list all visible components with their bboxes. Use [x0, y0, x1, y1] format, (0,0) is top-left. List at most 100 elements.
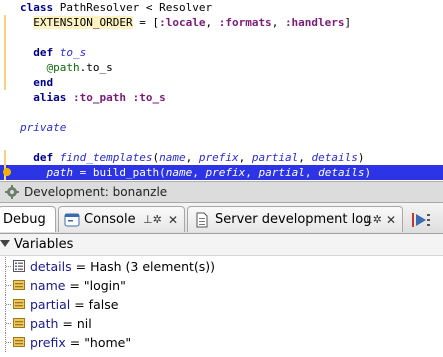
code-token: , — [185, 151, 199, 164]
code-line[interactable] — [0, 105, 443, 120]
breakpoint-icon[interactable] — [3, 168, 11, 176]
tree-branch — [6, 323, 11, 324]
code-token: :to_s — [132, 91, 166, 104]
code-token: EXTENSION_ORDER — [33, 16, 133, 29]
variable-name: path — [30, 316, 59, 331]
tree-branch — [6, 342, 11, 343]
code-text: @path.to_s — [20, 60, 113, 75]
code-line[interactable]: def find_templates(name, prefix, partial… — [0, 150, 443, 165]
variable-text: prefix = "home" — [30, 333, 131, 352]
code-token: def — [33, 151, 54, 164]
code-token: , — [205, 16, 219, 29]
code-line[interactable]: alias :to_path :to_s — [0, 90, 443, 105]
code-text: alias :to_path :to_s — [20, 90, 166, 105]
code-token: details — [311, 151, 358, 164]
code-token: = build_path( — [73, 166, 166, 179]
variable-name: details — [30, 259, 72, 274]
code-token: :locale — [159, 16, 206, 29]
close-icon[interactable]: ✕ — [384, 213, 398, 227]
variable-equals: = — [71, 259, 91, 274]
variable-icon — [13, 318, 25, 328]
variable-row[interactable]: partial = false — [0, 295, 443, 314]
code-text: end — [20, 75, 53, 90]
current-line[interactable]: path = build_path(name, prefix, partial,… — [0, 165, 443, 180]
variable-value: nil — [76, 316, 92, 331]
variable-icon — [13, 280, 25, 290]
variable-row[interactable]: prefix = "home" — [0, 333, 443, 352]
code-line[interactable] — [0, 30, 443, 45]
code-token: , — [271, 16, 285, 29]
code-line[interactable]: end — [0, 75, 443, 90]
detach-icon[interactable]: ⊥✲ — [363, 213, 382, 227]
variables-header[interactable]: Variables — [0, 234, 443, 256]
code-token: name — [159, 151, 186, 164]
debug-panel-titlebar: Development: bonanzle — [0, 181, 443, 203]
code-token: details — [318, 166, 365, 179]
variable-name: partial — [30, 297, 71, 312]
code-token: end — [33, 76, 54, 89]
code-line[interactable]: EXTENSION_ORDER = [:locale, :formats, :h… — [0, 15, 443, 30]
code-line[interactable] — [0, 135, 443, 150]
step-toolbar-button-icon[interactable] — [410, 211, 432, 229]
code-line[interactable]: private — [0, 120, 443, 135]
variable-name: name — [30, 278, 66, 293]
code-token: to_s — [59, 46, 87, 59]
code-token: , — [298, 151, 312, 164]
code-text: def find_templates(name, prefix, partial… — [20, 150, 364, 165]
variable-row[interactable]: details = Hash (3 element(s)) — [0, 257, 443, 276]
variable-equals: = — [65, 335, 85, 350]
fold-bar[interactable] — [4, 45, 6, 90]
variable-row[interactable]: path = nil — [0, 314, 443, 333]
variable-equals: = — [65, 278, 84, 293]
panel-title: Development: bonanzle — [24, 185, 168, 199]
code-text: private — [20, 120, 66, 135]
hash-icon — [13, 260, 25, 272]
code-token: :formats — [218, 16, 272, 29]
code-token: , — [304, 166, 319, 179]
expand-triangle-icon[interactable] — [0, 240, 10, 247]
code-text: def to_s — [20, 45, 86, 60]
code-token: :handlers — [284, 16, 345, 29]
code-line[interactable]: def to_s — [0, 45, 443, 60]
tab-debug-label: Debug — [3, 212, 46, 227]
gear-icon — [5, 185, 19, 199]
code-token: .to_s — [79, 61, 113, 74]
variable-row[interactable]: name = "login" — [0, 276, 443, 295]
code-token: , — [245, 166, 259, 179]
code-token: partial — [258, 166, 305, 179]
tab-debug[interactable]: Debug — [0, 206, 56, 232]
tree-branch — [6, 266, 11, 267]
detach-icon[interactable]: ⊥✲ — [143, 213, 162, 227]
code-token: def — [33, 46, 54, 59]
variable-value: false — [88, 297, 119, 312]
variables-title: Variables — [14, 237, 74, 252]
close-icon[interactable]: ✕ — [166, 213, 180, 227]
code-token: alias — [33, 91, 67, 104]
code-editor[interactable]: class PathResolver < Resolver EXTENSION_… — [0, 0, 443, 180]
tab-server-development-log[interactable]: Server development log ⊥✲ ✕ — [187, 206, 403, 232]
code-text: class PathResolver < Resolver — [20, 0, 212, 15]
code-token: private — [20, 121, 67, 134]
code-token: partial — [251, 151, 299, 164]
tree-branch — [6, 304, 11, 305]
document-icon — [196, 212, 208, 228]
code-text: path = build_path(name, prefix, partial,… — [20, 165, 372, 180]
code-token: path — [46, 166, 74, 179]
variable-value: "login" — [83, 278, 126, 293]
tab-console[interactable]: Console ⊥✲ ✕ — [58, 206, 185, 232]
fold-bar[interactable] — [4, 15, 6, 45]
code-token: prefix — [205, 166, 246, 179]
variable-icon — [13, 299, 25, 309]
code-line[interactable]: @path.to_s — [0, 60, 443, 75]
variable-equals: = — [70, 297, 89, 312]
variable-icon — [13, 337, 25, 347]
code-line[interactable]: class PathResolver < Resolver — [0, 0, 443, 15]
